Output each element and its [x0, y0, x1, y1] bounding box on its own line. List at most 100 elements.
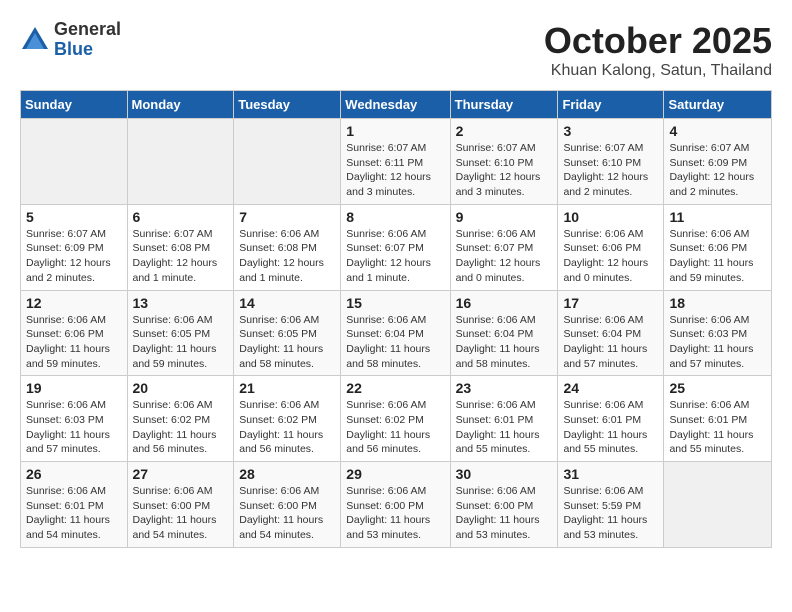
day-number: 12	[26, 295, 122, 311]
day-number: 21	[239, 380, 335, 396]
day-info: Sunrise: 6:06 AMSunset: 6:01 PMDaylight:…	[563, 398, 658, 457]
logo-text: General Blue	[54, 20, 121, 60]
calendar-cell: 2Sunrise: 6:07 AMSunset: 6:10 PMDaylight…	[450, 119, 558, 205]
calendar-week-1: 1 Sunrise: 6:07 AMSunset: 6:11 PMDaylight…	[21, 119, 772, 205]
page-header: General Blue October 2025 Khuan Kalong, …	[20, 20, 772, 80]
day-info: Sunrise: 6:06 AMSunset: 6:02 PMDaylight:…	[239, 398, 335, 457]
calendar-cell: 13Sunrise: 6:06 AMSunset: 6:05 PMDayligh…	[127, 290, 234, 376]
day-info: Sunrise: 6:07 AMSunset: 6:10 PMDaylight:…	[563, 141, 658, 200]
calendar-cell: 15Sunrise: 6:06 AMSunset: 6:04 PMDayligh…	[341, 290, 450, 376]
calendar-cell: 6Sunrise: 6:07 AMSunset: 6:08 PMDaylight…	[127, 204, 234, 290]
calendar-cell: 12 Sunrise: 6:06 AMSunset: 6:06 PMDayligh…	[21, 290, 128, 376]
day-number: 31	[563, 466, 658, 482]
day-number: 8	[346, 209, 444, 225]
calendar-header: SundayMondayTuesdayWednesdayThursdayFrid…	[21, 91, 772, 119]
calendar-cell: 16 Sunrise: 6:06 AMSunset: 6:04 PMDayligh…	[450, 290, 558, 376]
day-number: 24	[563, 380, 658, 396]
location-subtitle: Khuan Kalong, Satun, Thailand	[544, 62, 772, 80]
calendar-cell: 10 Sunrise: 6:06 AMSunset: 6:06 PMDayligh…	[558, 204, 664, 290]
calendar-cell	[21, 119, 128, 205]
day-info: Sunrise: 6:07 AMSunset: 6:10 PMDaylight:…	[456, 141, 553, 200]
day-number: 26	[26, 466, 122, 482]
calendar-week-3: 12 Sunrise: 6:06 AMSunset: 6:06 PMDayligh…	[21, 290, 772, 376]
calendar-cell	[127, 119, 234, 205]
title-area: October 2025 Khuan Kalong, Satun, Thaila…	[544, 20, 772, 80]
day-number: 18	[669, 295, 766, 311]
day-number: 30	[456, 466, 553, 482]
calendar-cell: 22 Sunrise: 6:06 AMSunset: 6:02 PMDayligh…	[341, 376, 450, 462]
day-info: Sunrise: 6:06 AMSunset: 6:06 PMDaylight:…	[26, 313, 122, 372]
calendar-cell: 28 Sunrise: 6:06 AMSunset: 6:00 PMDayligh…	[234, 462, 341, 548]
calendar-cell: 27 Sunrise: 6:06 AMSunset: 6:00 PMDayligh…	[127, 462, 234, 548]
day-info: Sunrise: 6:06 AMSunset: 6:07 PMDaylight:…	[346, 227, 444, 286]
calendar-cell: 31 Sunrise: 6:06 AMSunset: 5:59 PMDayligh…	[558, 462, 664, 548]
day-info: Sunrise: 6:06 AMSunset: 6:08 PMDaylight:…	[239, 227, 335, 286]
month-title: October 2025	[544, 20, 772, 62]
day-info: Sunrise: 6:06 AMSunset: 6:03 PMDaylight:…	[26, 398, 122, 457]
day-number: 3	[563, 123, 658, 139]
logo-icon	[20, 25, 50, 55]
day-info: Sunrise: 6:06 AMSunset: 6:01 PMDaylight:…	[26, 484, 122, 543]
day-number: 1	[346, 123, 444, 139]
calendar-cell: 26 Sunrise: 6:06 AMSunset: 6:01 PMDayligh…	[21, 462, 128, 548]
calendar-cell: 25Sunrise: 6:06 AMSunset: 6:01 PMDayligh…	[664, 376, 772, 462]
day-info: Sunrise: 6:06 AMSunset: 6:07 PMDaylight:…	[456, 227, 553, 286]
day-info: Sunrise: 6:06 AMSunset: 6:00 PMDaylight:…	[456, 484, 553, 543]
day-info: Sunrise: 6:06 AMSunset: 6:06 PMDaylight:…	[669, 227, 766, 286]
day-info: Sunrise: 6:06 AMSunset: 5:59 PMDaylight:…	[563, 484, 658, 543]
day-info: Sunrise: 6:06 AMSunset: 6:00 PMDaylight:…	[133, 484, 229, 543]
calendar-cell: 23Sunrise: 6:06 AMSunset: 6:01 PMDayligh…	[450, 376, 558, 462]
weekday-header-sunday: Sunday	[21, 91, 128, 119]
day-info: Sunrise: 6:06 AMSunset: 6:04 PMDaylight:…	[346, 313, 444, 372]
day-info: Sunrise: 6:06 AMSunset: 6:04 PMDaylight:…	[456, 313, 553, 372]
day-info: Sunrise: 6:07 AMSunset: 6:11 PMDaylight:…	[346, 141, 444, 200]
day-info: Sunrise: 6:06 AMSunset: 6:05 PMDaylight:…	[133, 313, 229, 372]
calendar-cell: 3 Sunrise: 6:07 AMSunset: 6:10 PMDaylight…	[558, 119, 664, 205]
day-number: 20	[133, 380, 229, 396]
calendar-cell: 29Sunrise: 6:06 AMSunset: 6:00 PMDayligh…	[341, 462, 450, 548]
day-info: Sunrise: 6:07 AMSunset: 6:08 PMDaylight:…	[133, 227, 229, 286]
calendar-table: SundayMondayTuesdayWednesdayThursdayFrid…	[20, 90, 772, 548]
weekday-header-row: SundayMondayTuesdayWednesdayThursdayFrid…	[21, 91, 772, 119]
calendar-cell: 30 Sunrise: 6:06 AMSunset: 6:00 PMDayligh…	[450, 462, 558, 548]
weekday-header-wednesday: Wednesday	[341, 91, 450, 119]
day-number: 22	[346, 380, 444, 396]
day-number: 19	[26, 380, 122, 396]
calendar-cell: 1 Sunrise: 6:07 AMSunset: 6:11 PMDaylight…	[341, 119, 450, 205]
calendar-cell: 9 Sunrise: 6:06 AMSunset: 6:07 PMDaylight…	[450, 204, 558, 290]
day-info: Sunrise: 6:06 AMSunset: 6:02 PMDaylight:…	[346, 398, 444, 457]
calendar-cell: 4 Sunrise: 6:07 AMSunset: 6:09 PMDaylight…	[664, 119, 772, 205]
day-info: Sunrise: 6:06 AMSunset: 6:00 PMDaylight:…	[346, 484, 444, 543]
weekday-header-monday: Monday	[127, 91, 234, 119]
calendar-cell	[234, 119, 341, 205]
day-number: 10	[563, 209, 658, 225]
day-info: Sunrise: 6:06 AMSunset: 6:00 PMDaylight:…	[239, 484, 335, 543]
day-info: Sunrise: 6:06 AMSunset: 6:04 PMDaylight:…	[563, 313, 658, 372]
day-number: 14	[239, 295, 335, 311]
calendar-week-5: 26 Sunrise: 6:06 AMSunset: 6:01 PMDayligh…	[21, 462, 772, 548]
weekday-header-friday: Friday	[558, 91, 664, 119]
day-number: 5	[26, 209, 122, 225]
calendar-week-2: 5 Sunrise: 6:07 AMSunset: 6:09 PMDaylight…	[21, 204, 772, 290]
day-number: 16	[456, 295, 553, 311]
calendar-cell: 18Sunrise: 6:06 AMSunset: 6:03 PMDayligh…	[664, 290, 772, 376]
weekday-header-thursday: Thursday	[450, 91, 558, 119]
day-info: Sunrise: 6:06 AMSunset: 6:06 PMDaylight:…	[563, 227, 658, 286]
calendar-cell: 20 Sunrise: 6:06 AMSunset: 6:02 PMDayligh…	[127, 376, 234, 462]
day-number: 28	[239, 466, 335, 482]
calendar-cell: 11 Sunrise: 6:06 AMSunset: 6:06 PMDayligh…	[664, 204, 772, 290]
day-number: 4	[669, 123, 766, 139]
calendar-cell: 21 Sunrise: 6:06 AMSunset: 6:02 PMDayligh…	[234, 376, 341, 462]
calendar-body: 1 Sunrise: 6:07 AMSunset: 6:11 PMDaylight…	[21, 119, 772, 548]
day-number: 11	[669, 209, 766, 225]
day-info: Sunrise: 6:06 AMSunset: 6:02 PMDaylight:…	[133, 398, 229, 457]
day-number: 27	[133, 466, 229, 482]
weekday-header-tuesday: Tuesday	[234, 91, 341, 119]
day-info: Sunrise: 6:07 AMSunset: 6:09 PMDaylight:…	[669, 141, 766, 200]
calendar-cell: 17Sunrise: 6:06 AMSunset: 6:04 PMDayligh…	[558, 290, 664, 376]
day-number: 9	[456, 209, 553, 225]
day-number: 7	[239, 209, 335, 225]
weekday-header-saturday: Saturday	[664, 91, 772, 119]
day-info: Sunrise: 6:07 AMSunset: 6:09 PMDaylight:…	[26, 227, 122, 286]
day-number: 25	[669, 380, 766, 396]
